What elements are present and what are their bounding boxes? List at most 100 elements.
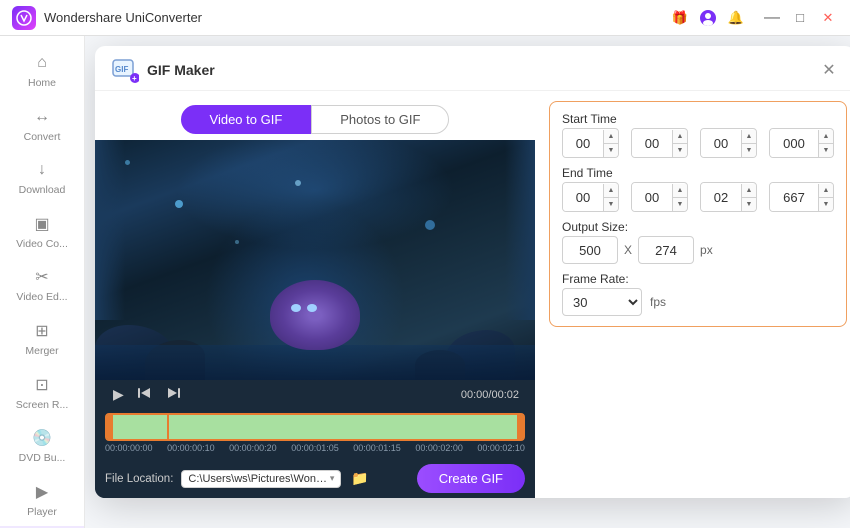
start-hours-up[interactable]: ▲ <box>604 130 618 143</box>
modal-tabs: Video to GIF Photos to GIF <box>165 105 466 134</box>
settings-panel: Start Time ▲ ▼ <box>535 91 850 498</box>
creature-eye-right <box>307 304 317 312</box>
file-location-input[interactable]: C:\Users\ws\Pictures\Wonder... ▾ <box>181 470 341 488</box>
bell-icon[interactable]: 🔔 <box>726 8 746 28</box>
play-button[interactable]: ▶ <box>111 384 126 405</box>
next-button[interactable] <box>164 384 182 405</box>
sidebar-item-convert[interactable]: ↔ Convert <box>0 98 84 152</box>
sidebar-item-dvd[interactable]: 💿 DVD Bu... <box>0 419 84 473</box>
output-size-section: Output Size: X px <box>562 220 834 264</box>
video-preview: Video to GIF Photos to GIF <box>95 91 535 498</box>
start-minutes-up[interactable]: ▲ <box>673 130 687 143</box>
modal-overlay: GIF + GIF Maker ✕ <box>85 36 850 528</box>
create-gif-button[interactable]: Create GIF <box>417 464 525 493</box>
sidebar-item-screen-rec[interactable]: ⊡ Screen R... <box>0 366 84 420</box>
output-width-input[interactable] <box>562 236 618 264</box>
svg-text:GIF: GIF <box>115 65 128 74</box>
end-hours-down[interactable]: ▼ <box>604 198 618 211</box>
sidebar-label-video-compress: Video Co... <box>16 238 68 251</box>
sidebar-item-video-edit[interactable]: ✂ Video Ed... <box>0 258 84 312</box>
sidebar-item-player[interactable]: ▶ Player <box>0 473 84 527</box>
frame-rate-select[interactable]: 15 24 30 60 <box>562 288 642 316</box>
end-minutes-down[interactable]: ▼ <box>673 198 687 211</box>
close-icon[interactable]: ✕ <box>818 8 838 28</box>
prev-button[interactable] <box>136 384 154 405</box>
particle-1 <box>175 200 183 208</box>
start-seconds-input[interactable] <box>701 129 741 157</box>
sidebar: ⌂ Home ↔ Convert ↓ Download ▣ Video Co..… <box>0 36 85 528</box>
browse-folder-button[interactable]: 📁 <box>349 468 370 489</box>
output-size-label: Output Size: <box>562 220 834 234</box>
end-ms-up[interactable]: ▲ <box>819 184 833 197</box>
start-hours-down[interactable]: ▼ <box>604 144 618 157</box>
sidebar-item-merger[interactable]: ⊞ Merger <box>0 312 84 366</box>
end-hours-input[interactable] <box>563 183 603 211</box>
start-ms-down[interactable]: ▼ <box>819 144 833 157</box>
start-seconds-field[interactable]: ▲ ▼ <box>700 128 757 158</box>
end-time-section: End Time ▲ ▼ <box>562 166 834 212</box>
end-seconds-down[interactable]: ▼ <box>742 198 756 211</box>
creature-eye-left <box>291 304 301 312</box>
minimize-icon[interactable]: — <box>762 8 782 28</box>
gift-icon[interactable]: 🎁 <box>670 8 690 28</box>
particle-3 <box>425 220 435 230</box>
timeline-handle-right[interactable] <box>517 415 525 439</box>
end-ms-field[interactable]: ▲ ▼ <box>769 182 834 212</box>
modal-header: GIF + GIF Maker ✕ <box>95 46 850 91</box>
start-minutes-down[interactable]: ▼ <box>673 144 687 157</box>
timeline-playhead <box>167 413 169 441</box>
title-bar-icons: 🎁 🔔 — □ ✕ <box>670 8 838 28</box>
sidebar-item-video-compress[interactable]: ▣ Video Co... <box>0 205 84 259</box>
video-compress-icon: ▣ <box>31 213 53 235</box>
file-location-bar: File Location: C:\Users\ws\Pictures\Wond… <box>95 459 535 498</box>
end-minutes-input[interactable] <box>632 183 672 211</box>
end-ms-input[interactable] <box>770 183 818 211</box>
start-ms-up[interactable]: ▲ <box>819 130 833 143</box>
download-icon: ↓ <box>31 159 53 181</box>
start-seconds-up[interactable]: ▲ <box>742 130 756 143</box>
tab-photos-to-gif[interactable]: Photos to GIF <box>311 105 449 134</box>
end-hours-spinner: ▲ ▼ <box>603 184 618 211</box>
start-minutes-field[interactable]: ▲ ▼ <box>631 128 688 158</box>
end-hours-up[interactable]: ▲ <box>604 184 618 197</box>
maximize-icon[interactable]: □ <box>790 8 810 28</box>
creature-body <box>270 280 360 350</box>
start-seconds-down[interactable]: ▼ <box>742 144 756 157</box>
particle-5 <box>235 240 239 244</box>
video-frame <box>95 140 535 380</box>
frame-rate-label: Frame Rate: <box>562 272 834 286</box>
end-minutes-up[interactable]: ▲ <box>673 184 687 197</box>
end-hours-field[interactable]: ▲ ▼ <box>562 182 619 212</box>
start-ms-field[interactable]: ▲ ▼ <box>769 128 834 158</box>
start-hours-field[interactable]: ▲ ▼ <box>562 128 619 158</box>
end-minutes-field[interactable]: ▲ ▼ <box>631 182 688 212</box>
sidebar-label-merger: Merger <box>25 345 58 358</box>
user-icon[interactable] <box>698 8 718 28</box>
gif-maker-icon: GIF + <box>111 56 139 84</box>
tab-video-to-gif[interactable]: Video to GIF <box>181 105 312 134</box>
timeline-track[interactable] <box>105 413 525 441</box>
file-location-label: File Location: <box>105 473 173 485</box>
end-seconds-up[interactable]: ▲ <box>742 184 756 197</box>
start-hours-input[interactable] <box>563 129 603 157</box>
video-controls: ▶ <box>95 380 535 409</box>
end-ms-spinner: ▲ ▼ <box>818 184 833 211</box>
water-base <box>95 345 535 380</box>
sidebar-item-home[interactable]: ⌂ Home <box>0 44 84 98</box>
end-seconds-field[interactable]: ▲ ▼ <box>700 182 757 212</box>
end-ms-down[interactable]: ▼ <box>819 198 833 211</box>
end-seconds-input[interactable] <box>701 183 741 211</box>
video-edit-icon: ✂ <box>31 266 53 288</box>
path-dropdown-arrow[interactable]: ▾ <box>330 473 335 484</box>
timeline-handle-left[interactable] <box>105 415 113 439</box>
app-title: Wondershare UniConverter <box>44 10 670 25</box>
app-logo <box>12 6 36 30</box>
sidebar-label-convert: Convert <box>24 131 61 144</box>
wall-left <box>95 140 125 320</box>
output-height-input[interactable] <box>638 236 694 264</box>
start-minutes-input[interactable] <box>632 129 672 157</box>
sidebar-label-home: Home <box>28 77 56 90</box>
modal-close-button[interactable]: ✕ <box>819 60 839 80</box>
sidebar-item-download[interactable]: ↓ Download <box>0 151 84 205</box>
start-ms-input[interactable] <box>770 129 818 157</box>
